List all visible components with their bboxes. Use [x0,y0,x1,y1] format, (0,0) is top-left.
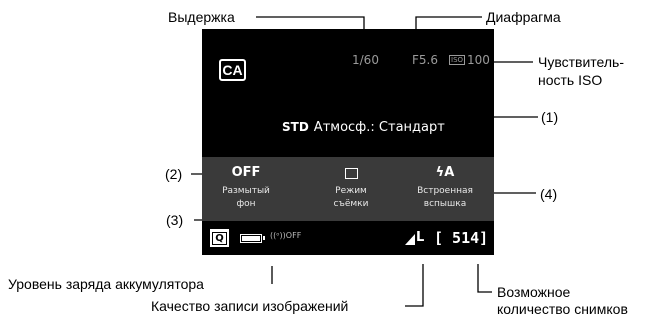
ambience-setting[interactable]: STD Атмосф.: Стандарт [282,120,445,135]
background-blur-value: OFF [231,165,261,180]
wifi-off-icon: ((ᵒ))OFF [270,231,302,240]
flash-label-2: вспышка [423,199,467,209]
flash-auto-icon: ϟA [435,165,455,180]
image-quality-indicator: L [405,230,424,245]
aperture-callout-label: Диафрагма [486,9,561,25]
background-blur-label-2: фон [236,199,256,209]
settings-panel: OFF Размытый фон Режим съёмки ϟA Встроен… [202,157,494,221]
drive-mode-label-2: съёмки [333,199,369,209]
shots-callout-label-2: количество снимков [497,301,628,317]
ambience-text: Атмосф.: Стандарт [313,120,445,135]
leader-quality [405,264,424,307]
camera-screen: CA 1/60 F5.6 ISO 100 STD Атмосф.: Станда… [202,29,494,255]
ambience-std-icon: STD [282,120,309,134]
leader-shots [477,264,492,293]
battery-callout-label: Уровень заряда аккумулятора [8,276,204,292]
flash-label-1: Встроенная [417,186,473,196]
quality-callout-label: Качество записи изображений [151,298,349,314]
battery-icon [240,234,265,243]
battery-level-fill [242,236,260,241]
quick-control-label: Q [212,231,227,245]
iso-icon: ISO [449,55,466,65]
aperture-value: F5.6 [412,53,438,67]
shots-callout-label-1: Возможное [497,284,571,300]
status-bar: Q ((ᵒ))OFF L [ 514] [202,227,494,255]
shutter-speed-value: 1/60 [352,53,379,67]
iso-callout-label-2: ность ISO [538,72,603,88]
iso-readout: ISO 100 [449,53,490,67]
built-in-flash-setting[interactable]: ϟA Встроенная вспышка [400,157,490,221]
single-shot-icon [344,168,358,179]
image-quality-value: L [416,230,425,245]
drive-mode-label-1: Режим [335,186,367,196]
iso-value: 100 [467,53,490,67]
shutter-callout-label: Выдержка [168,9,235,25]
ref1-label: (1) [541,109,559,125]
background-blur-setting[interactable]: OFF Размытый фон [208,157,284,221]
ref2-label: (2) [165,166,183,182]
ref4-label: (4) [540,186,558,202]
drive-mode-setting[interactable]: Режим съёмки [308,157,394,221]
ref3-label: (3) [166,212,184,228]
shots-remaining: [ 514] [434,229,489,247]
quality-triangle-icon [405,234,415,245]
creative-auto-mode-badge: CA [219,59,246,81]
quick-control-button[interactable]: Q [210,229,229,247]
background-blur-label-1: Размытый [222,186,270,196]
iso-callout-label-1: Чувствитель- [538,54,624,70]
